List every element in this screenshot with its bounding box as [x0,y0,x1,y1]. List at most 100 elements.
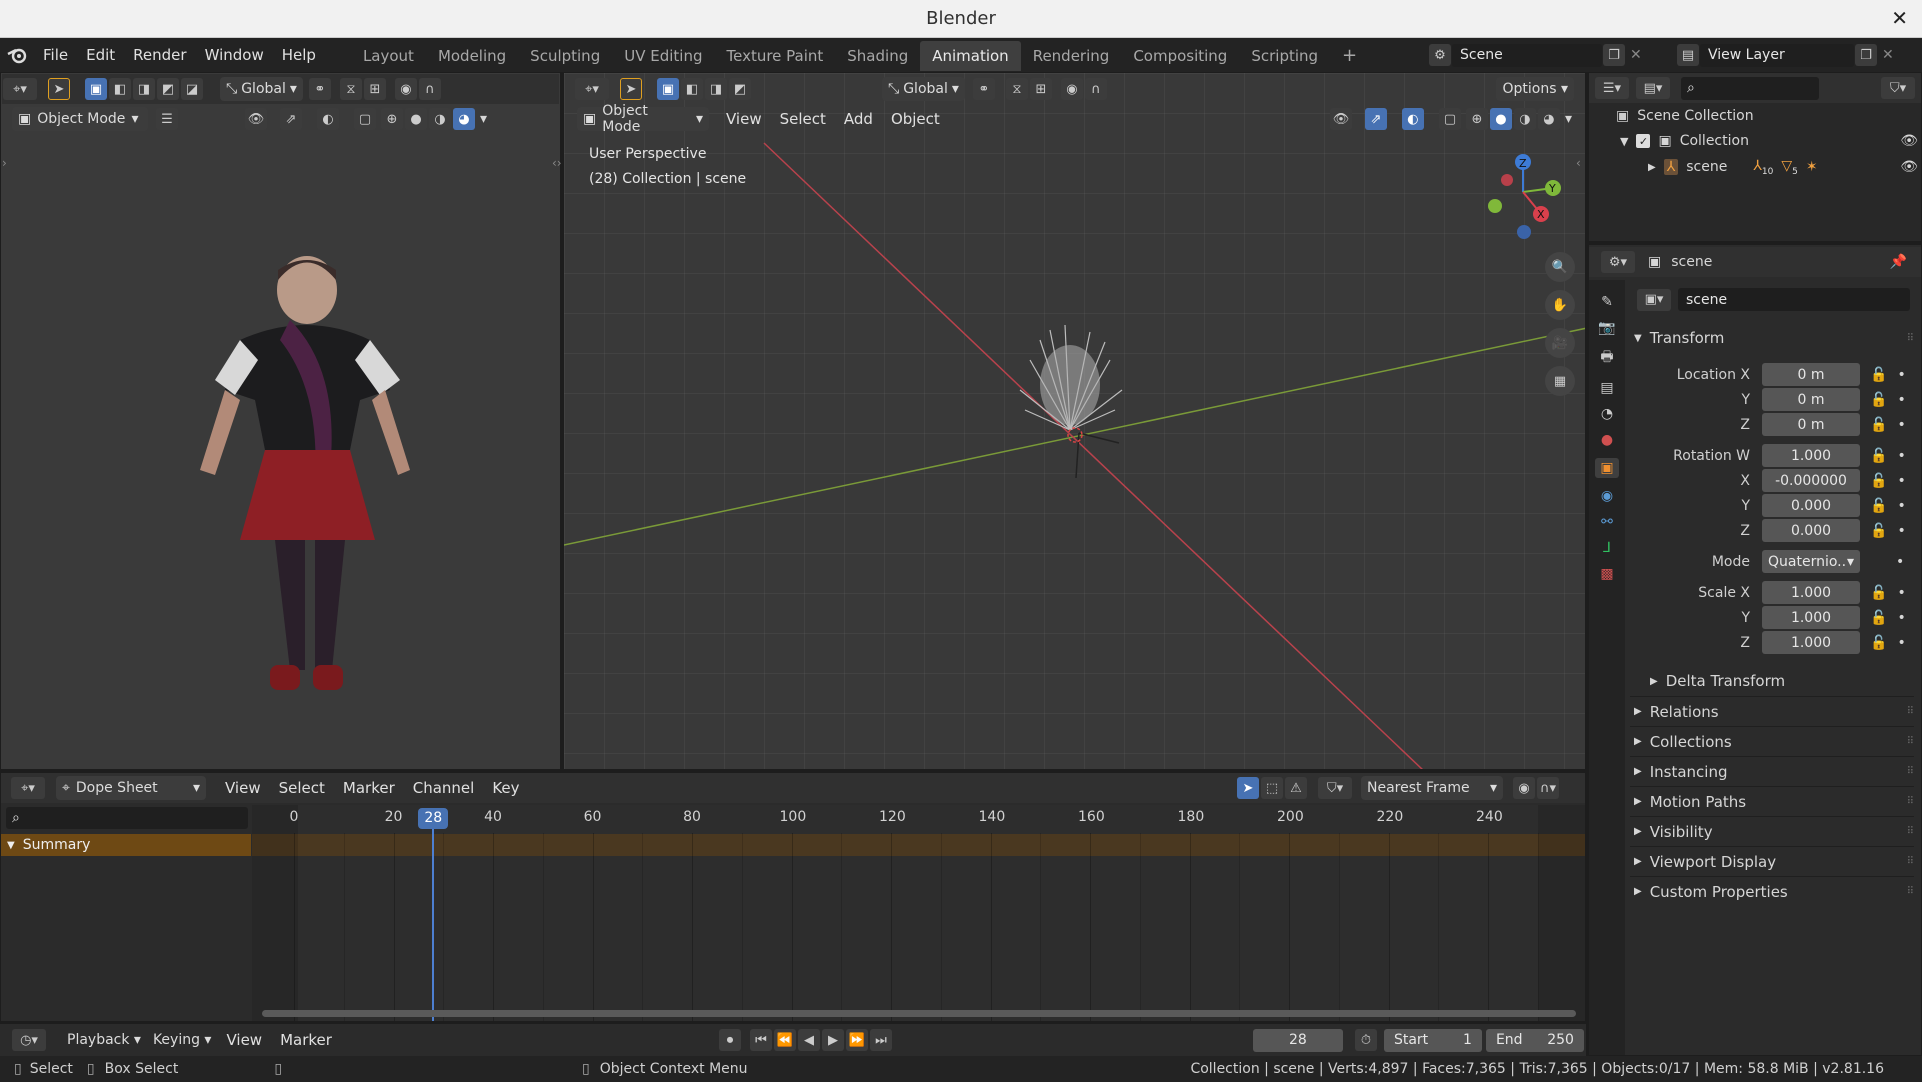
main-pivot-icon[interactable]: ⚭ [972,78,995,100]
lock-icon[interactable]: 🔓 [1870,610,1887,626]
panel-collections[interactable]: ▶ Collections ⠿ [1630,726,1914,756]
location-z-field[interactable]: 0 m [1762,413,1860,436]
drag-handle-icon[interactable]: ⠿ [1907,856,1914,867]
lock-icon[interactable]: 🔓 [1870,585,1887,601]
panel-viewport-display[interactable]: ▶ Viewport Display ⠿ [1630,846,1914,876]
object-eye-icon[interactable]: 👁 [1900,159,1918,175]
record-icon[interactable]: ⏺ [718,1029,741,1051]
jump-end-icon[interactable]: ⏭ [869,1029,892,1051]
main-select-tool-icon[interactable]: ➤ [620,78,642,100]
navigation-gizmo[interactable]: Z Y X [1475,150,1575,245]
main-overlay-toggle-icon[interactable]: ◐ [1401,108,1424,130]
texture-tab-icon[interactable]: ▩ [1600,566,1613,582]
rendered-shading-icon[interactable]: ◕ [453,108,475,130]
menu-render[interactable]: Render [124,38,195,72]
blender-logo-icon[interactable] [0,46,34,64]
jump-start-icon[interactable]: ⏮ [749,1029,772,1051]
main-select-extend-icon[interactable]: ◧ [681,78,703,100]
play-reverse-icon[interactable]: ◀ [797,1029,820,1051]
world-tab-icon[interactable]: ● [1601,432,1613,448]
main-editor-type-icon[interactable]: ⌖▾ [575,78,609,100]
outliner-row-scene-collection[interactable]: ▣ Scene Collection [1616,108,1754,124]
scale-x-field[interactable]: 1.000 [1762,581,1860,604]
viewport-menu-select[interactable]: Select [771,102,835,136]
only-errors-icon[interactable]: ⚠ [1285,777,1307,799]
main-falloff-icon[interactable]: ∩ [1084,78,1107,100]
playhead-line[interactable] [432,825,435,1021]
keyframe-dot-icon[interactable]: • [1897,498,1905,514]
prev-keyframe-icon[interactable]: ⏪ [773,1029,796,1051]
main-snap-target-icon[interactable]: ⊞ [1029,78,1052,100]
tab-shading[interactable]: Shading [835,41,920,71]
viewport-menu-object[interactable]: Object [882,102,949,136]
main-material-shading-icon[interactable]: ◑ [1513,108,1536,130]
channel-search-input[interactable]: ⌕ [6,807,248,829]
left-mode-dropdown[interactable]: ▣ Object Mode ▾ [12,107,148,131]
new-view-layer-icon[interactable]: ❐ [1855,44,1877,66]
lock-icon[interactable]: 🔓 [1870,523,1887,539]
panel-relations[interactable]: ▶ Relations ⠿ [1630,696,1914,726]
main-visibility-icon[interactable]: 👁 [1329,108,1352,130]
main-select-invert-icon[interactable]: ◩ [729,78,751,100]
tab-compositing[interactable]: Compositing [1121,41,1239,71]
dope-filter-icon[interactable]: ⛉▾ [1318,777,1352,799]
horizontal-scrollbar[interactable] [262,1010,1576,1017]
main-wireframe-shading-icon[interactable]: ⊕ [1465,108,1488,130]
xray-icon[interactable]: ▢ [354,108,376,130]
keyframe-region[interactable] [252,805,1585,1021]
keyframe-dot-icon[interactable]: • [1897,635,1905,651]
viewport-menu-view[interactable]: View [717,102,771,136]
drag-handle-icon[interactable]: ⠿ [1907,826,1914,837]
rotation-mode-dropdown[interactable]: Quaternio.. ▾ [1762,550,1860,573]
main-snap-icon[interactable]: ⧖ [1005,78,1028,100]
zoom-icon[interactable]: 🔍 [1545,252,1575,282]
menu-help[interactable]: Help [273,38,325,72]
keyframe-dot-icon[interactable]: • [1896,554,1904,570]
scene-tab-icon[interactable]: ◔ [1601,406,1613,422]
expand-arrow-icon[interactable]: ▶ [1648,162,1656,173]
main-rendered-shading-icon[interactable]: ◕ [1537,108,1560,130]
location-x-field[interactable]: 0 m [1762,363,1860,386]
main-shading-dropdown-icon[interactable]: ▾ [1565,111,1572,127]
material-shading-icon[interactable]: ◑ [429,108,451,130]
transform-panel-header[interactable]: ▼ Transform ⠿ [1634,323,1914,353]
select-subtract-icon[interactable]: ◨ [133,78,155,100]
play-icon[interactable]: ▶ [821,1029,844,1051]
pivot-icon[interactable]: ⚭ [308,78,331,100]
timeline-editor-type-icon[interactable]: ◷▾ [12,1029,46,1051]
show-hidden-icon[interactable]: ⬚ [1261,777,1283,799]
close-icon[interactable]: ✕ [1891,6,1908,30]
delete-view-layer-icon[interactable]: ✕ [1882,47,1894,63]
character-model[interactable] [100,250,500,720]
sidebar-toggle-icon[interactable]: ‹ [1576,156,1581,170]
main-mode-dropdown[interactable]: ▣ Object Mode ▾ [577,103,709,135]
tab-texture-paint[interactable]: Texture Paint [714,41,835,71]
tab-layout[interactable]: Layout [351,41,426,71]
keyframe-dot-icon[interactable]: • [1897,417,1905,433]
filter-icon[interactable]: ⛉▾ [1881,77,1915,99]
drag-handle-icon[interactable]: ⠿ [1907,736,1914,747]
editor-type-icon[interactable]: ⌖▾ [3,78,37,100]
outliner-row-collection[interactable]: ▼ ✓ ▣ Collection 👁 [1620,133,1918,149]
dope-menu-marker[interactable]: Marker [334,771,404,805]
area-split-left-icon[interactable]: › [2,156,7,170]
armature-object[interactable] [1010,320,1130,450]
playback-dropdown[interactable]: Playback ▾ [61,1028,147,1052]
main-select-subtract-icon[interactable]: ◨ [705,78,727,100]
ortho-toggle-icon[interactable]: ▦ [1545,366,1575,396]
drag-handle-icon[interactable]: ⠿ [1907,796,1914,807]
object-browse-icon[interactable]: ▣▾ [1637,288,1671,311]
timeline-menu-view[interactable]: View [217,1023,271,1057]
expand-arrow-icon[interactable]: ▼ [1620,135,1628,148]
select-tool-icon[interactable]: ➤ [48,78,70,100]
view-layer-name-field[interactable]: View Layer [1700,43,1854,67]
main-xray-icon[interactable]: ▢ [1438,108,1461,130]
lock-icon[interactable]: 🔓 [1870,392,1887,408]
tab-scripting[interactable]: Scripting [1239,41,1330,71]
view-layer-browse-icon[interactable]: ▤ [1677,44,1699,66]
playhead-frame-badge[interactable]: 28 [418,808,449,829]
snap-mode-dropdown[interactable]: Nearest Frame ▾ [1361,776,1503,800]
display-mode-icon[interactable]: ▤▾ [1636,77,1670,99]
scale-y-field[interactable]: 1.000 [1762,606,1860,629]
next-keyframe-icon[interactable]: ⏩ [845,1029,868,1051]
